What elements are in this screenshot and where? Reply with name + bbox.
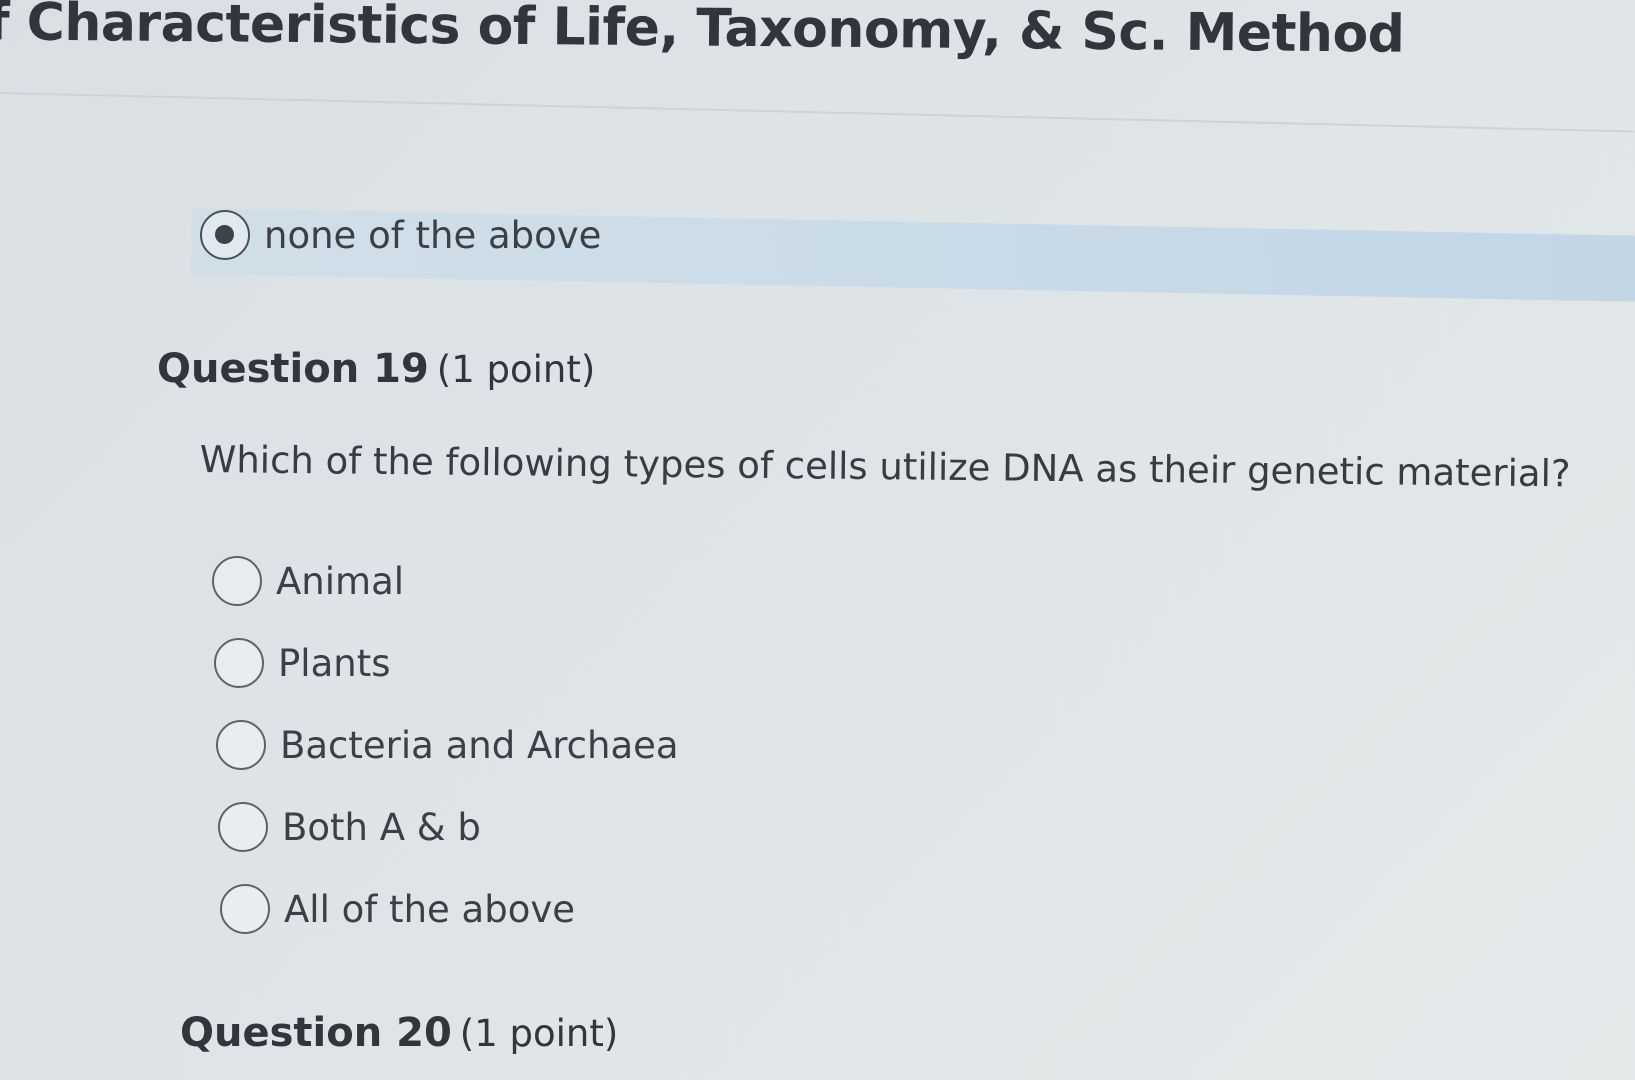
radio-button[interactable] [214,638,264,688]
radio-button[interactable] [216,720,266,770]
option-label: All of the above [284,887,575,931]
option-label: none of the above [264,213,602,257]
radio-button-selected[interactable] [200,210,250,260]
q19-option-bacteria-and-archaea[interactable]: Bacteria and Archaea [216,720,679,770]
radio-button[interactable] [218,802,268,852]
radio-selected-dot [215,225,234,244]
question-19-heading: Question 19 (1 point) [157,346,595,392]
question-19-prompt: Which of the following types of cells ut… [199,438,1571,496]
radio-button[interactable] [212,556,262,606]
radio-button[interactable] [220,884,270,934]
question-number: Question 19 [157,346,429,392]
q19-option-animal[interactable]: Animal [212,556,404,606]
question-points: (1 point) [459,1012,619,1055]
option-label: Both A & b [282,805,481,849]
question-points: (1 point) [436,348,596,391]
question-20-heading: Question 20 (1 point) [180,1010,618,1056]
title-divider [0,92,1635,133]
page-title: of Characteristics of Life, Taxonomy, & … [0,0,1405,65]
q19-option-plants[interactable]: Plants [214,638,391,688]
q19-option-all-of-the-above[interactable]: All of the above [220,884,575,934]
option-label: Plants [278,641,391,685]
prev-question-option-none-of-the-above[interactable]: none of the above [200,210,601,260]
question-number: Question 20 [180,1010,452,1056]
option-label: Animal [276,559,405,603]
q19-option-both-a-and-b[interactable]: Both A & b [218,802,481,852]
option-label: Bacteria and Archaea [280,723,679,767]
